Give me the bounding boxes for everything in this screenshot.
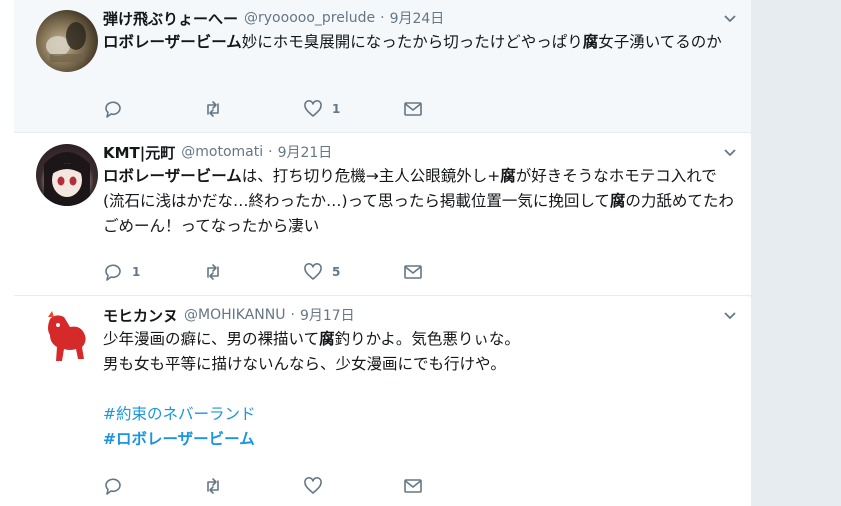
- keyword: 腐: [582, 33, 599, 51]
- envelope-icon: [404, 102, 422, 116]
- reply-count: 1: [132, 265, 141, 279]
- timeline: 弾け飛ぶりょーへー @ryooooo_prelude · 9月24日 ロボレーザ…: [14, 0, 751, 506]
- separator-dot: ·: [290, 307, 295, 323]
- text-segment: 女子湧いてるのか: [598, 33, 722, 51]
- hashtag-link[interactable]: #約束のネバーランド: [103, 405, 256, 423]
- right-gutter: [751, 0, 841, 506]
- envelope-icon: [404, 265, 422, 279]
- text-segment: 少年漫画の癖に、男の裸描いて: [103, 330, 320, 348]
- direct-message-button[interactable]: [403, 475, 423, 497]
- retweet-icon: [207, 101, 219, 117]
- reply-icon: [105, 478, 121, 495]
- text-segment: は、打ち切り危機→主人公眼鏡外し+: [241, 167, 501, 185]
- keyword: ロボレーザービーム: [103, 33, 242, 51]
- retweet-icon: [207, 478, 219, 494]
- direct-message-button[interactable]: [403, 98, 423, 120]
- avatar[interactable]: [36, 307, 98, 369]
- user-handle[interactable]: @MOHIKANNU: [184, 307, 285, 323]
- heart-icon: [304, 263, 322, 280]
- chevron-down-icon[interactable]: [723, 12, 737, 26]
- tweet-date[interactable]: 9月21日: [278, 142, 333, 162]
- retweet-button[interactable]: [203, 261, 232, 283]
- reply-button[interactable]: [103, 98, 132, 120]
- reply-button[interactable]: 1: [103, 261, 140, 283]
- avatar[interactable]: [36, 10, 98, 72]
- like-button[interactable]: 5: [303, 261, 340, 283]
- keyword: 腐: [609, 192, 626, 210]
- keyword: 腐: [319, 330, 335, 348]
- reply-icon: [105, 264, 121, 281]
- display-name[interactable]: KMT|元町: [103, 142, 175, 163]
- tweet-date[interactable]: 9月17日: [300, 305, 355, 325]
- hashtag-link[interactable]: #ロボレーザービーム: [103, 430, 255, 448]
- tweet-header: 弾け飛ぶりょーへー @ryooooo_prelude · 9月24日: [103, 8, 737, 28]
- left-edge: [0, 0, 14, 506]
- tweet-text: ロボレーザービーム妙にホモ臭展開になったから切ったけどやっぱり腐女子湧いてるのか: [103, 30, 737, 55]
- like-count: 5: [332, 265, 341, 279]
- display-name[interactable]: モヒカンヌ: [103, 305, 178, 326]
- tweet-text: 少年漫画の癖に、男の裸描いて腐釣りかよ。気色悪りぃな。 男も女も平等に描けないん…: [103, 327, 737, 452]
- text-segment: 妙にホモ臭展開になったから切ったけどやっぱり: [241, 33, 583, 51]
- chevron-down-icon[interactable]: [723, 309, 737, 323]
- chevron-down-icon[interactable]: [723, 146, 737, 160]
- direct-message-button[interactable]: [403, 261, 423, 283]
- retweet-button[interactable]: [203, 475, 232, 497]
- keyword: 腐: [500, 167, 516, 185]
- reply-button[interactable]: [103, 475, 132, 497]
- tweet[interactable]: KMT|元町 @motomati · 9月21日 ロボレーザービームは、打ち切り…: [14, 134, 751, 296]
- tweet-header: KMT|元町 @motomati · 9月21日: [103, 142, 737, 162]
- display-name[interactable]: 弾け飛ぶりょーへー: [103, 8, 238, 29]
- tweet-text: ロボレーザービームは、打ち切り危機→主人公眼鏡外し+腐が好きそうなホモテコ入れで…: [103, 164, 737, 239]
- avatar[interactable]: [36, 144, 98, 206]
- tweet[interactable]: モヒカンヌ @MOHIKANNU · 9月17日 少年漫画の癖に、男の裸描いて腐…: [14, 297, 751, 506]
- retweet-icon: [207, 264, 219, 280]
- heart-icon: [304, 100, 322, 117]
- envelope-icon: [404, 479, 422, 493]
- heart-icon: [304, 477, 322, 494]
- tweet-date[interactable]: 9月24日: [390, 8, 445, 28]
- tweet-header: モヒカンヌ @MOHIKANNU · 9月17日: [103, 305, 737, 325]
- like-count: 1: [332, 102, 341, 116]
- keyword: ロボレーザービーム: [103, 167, 242, 185]
- user-handle[interactable]: @ryooooo_prelude: [244, 10, 375, 26]
- user-handle[interactable]: @motomati: [181, 144, 263, 160]
- like-button[interactable]: [303, 475, 332, 497]
- like-button[interactable]: 1: [303, 98, 340, 120]
- separator-dot: ·: [268, 144, 273, 160]
- reply-icon: [105, 101, 121, 118]
- text-line: 男も女も平等に描けないんなら、少女漫画にでも行けや。: [103, 355, 506, 373]
- separator-dot: ·: [380, 10, 385, 26]
- retweet-button[interactable]: [203, 98, 232, 120]
- tweet[interactable]: 弾け飛ぶりょーへー @ryooooo_prelude · 9月24日 ロボレーザ…: [14, 0, 751, 133]
- text-segment: 釣りかよ。気色悪りぃな。: [334, 330, 520, 348]
